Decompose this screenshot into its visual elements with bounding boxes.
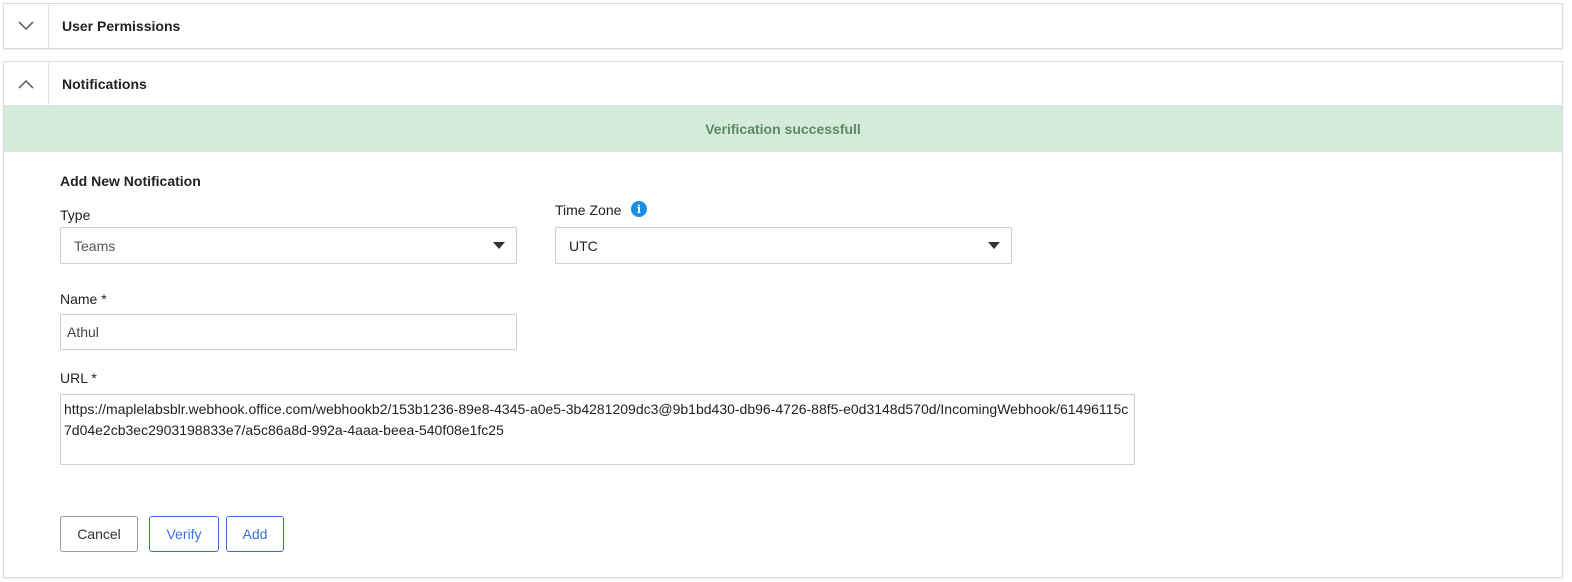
verification-success-alert: Verification successfull [4,106,1562,152]
url-textarea-value: https://maplelabsblr.webhook.office.com/… [64,401,1129,438]
info-icon[interactable]: i [631,201,647,217]
timezone-select-value: UTC [569,237,598,254]
caret-down-icon [493,242,505,249]
url-textarea[interactable]: https://maplelabsblr.webhook.office.com/… [60,394,1135,465]
notifications-title: Notifications [62,75,147,92]
cancel-button[interactable]: Cancel [60,516,138,552]
verify-button[interactable]: Verify [149,516,219,552]
url-label: URL * [60,370,97,386]
timezone-select[interactable]: UTC [555,227,1012,264]
user-permissions-title: User Permissions [62,18,181,34]
notifications-header[interactable]: Notifications [4,61,1562,106]
timezone-label: Time Zone [555,202,622,218]
type-select[interactable]: Teams [60,227,517,264]
user-permissions-header[interactable]: User Permissions [4,4,1562,48]
name-input[interactable]: Athul [60,314,517,350]
type-label: Type [60,207,91,223]
name-input-value: Athul [67,324,99,340]
notifications-panel: Notifications Verification successfull A… [3,61,1563,578]
caret-down-icon [988,242,1000,249]
name-label: Name * [60,291,107,307]
user-permissions-panel: User Permissions [3,3,1563,49]
chevron-down-icon[interactable] [4,4,49,48]
type-select-value: Teams [74,237,116,254]
add-button[interactable]: Add [226,516,284,552]
add-notification-title: Add New Notification [60,173,201,189]
chevron-up-icon[interactable] [4,61,49,106]
